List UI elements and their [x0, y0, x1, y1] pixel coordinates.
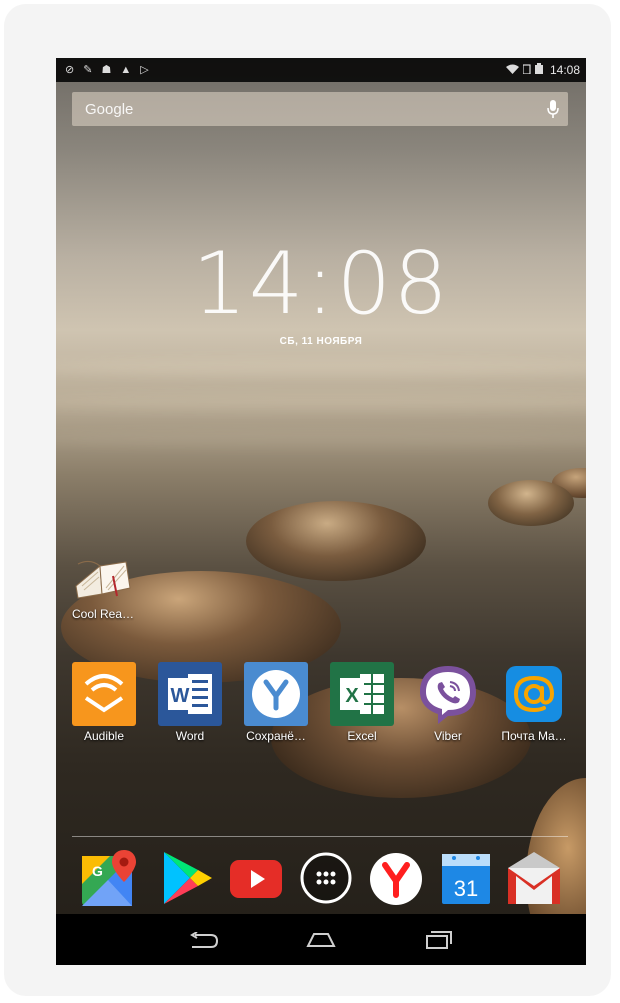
excel-icon: X — [330, 662, 394, 726]
wallpaper-stone — [246, 501, 426, 581]
clock-date: СБ, 11 НОЯБРЯ — [279, 336, 363, 347]
calendar-day: 31 — [454, 876, 478, 901]
app-word[interactable]: W Word — [150, 662, 230, 743]
cool-reader-shortcut[interactable]: Cool Rea… — [72, 556, 152, 621]
youtube-icon[interactable] — [226, 848, 286, 908]
recents-icon[interactable] — [418, 925, 458, 955]
play-icon: ▷ — [140, 63, 149, 76]
app-label: Word — [175, 729, 205, 743]
clock-widget[interactable]: 14:08 — [56, 234, 586, 334]
mail-ru-icon — [502, 662, 566, 726]
yandex-collections-icon — [244, 662, 308, 726]
wallpaper-stone — [488, 480, 574, 526]
app-label: Сохранё… — [246, 729, 306, 743]
svg-text:G: G — [92, 863, 103, 879]
wrench-icon: ✎ — [83, 63, 93, 76]
google-search-bar[interactable]: Google — [72, 92, 568, 126]
status-time: 14:08 — [549, 63, 580, 77]
app-label: Почта Ma… — [501, 729, 567, 743]
app-label: Excel — [347, 729, 377, 743]
google-play-icon[interactable] — [156, 848, 216, 908]
wallpaper-streak — [56, 358, 586, 376]
svg-text:X: X — [345, 685, 359, 707]
desktop-icon-label: Cool Rea… — [72, 607, 135, 621]
app-audible[interactable]: Audible — [64, 662, 144, 743]
home-icon[interactable] — [301, 925, 341, 955]
gmail-icon[interactable] — [504, 848, 564, 908]
warning-icon: ▲ — [120, 63, 132, 76]
book-icon — [75, 560, 131, 599]
yandex-browser-icon[interactable] — [366, 848, 426, 908]
app-yandex-collections[interactable]: Сохранё… — [236, 662, 316, 743]
signal-icon — [522, 63, 531, 77]
android-icon: ☗ — [101, 63, 112, 76]
search-label: Google — [85, 100, 134, 118]
app-row: Audible W Word Сохранё… X Excel Viber По… — [72, 662, 584, 746]
home-screen: ⊘ ✎ ☗ ▲ ▷ 14:08 Google 14:08 СБ, 11 НОЯБ… — [56, 58, 586, 965]
battery-icon — [534, 63, 543, 77]
app-label: Viber — [434, 729, 462, 743]
wifi-icon — [505, 63, 519, 77]
app-label: Audible — [83, 729, 125, 743]
app-viber[interactable]: Viber — [408, 662, 488, 743]
audible-icon — [72, 662, 136, 726]
microphone-icon[interactable] — [538, 94, 568, 124]
google-maps-icon[interactable]: G — [80, 848, 140, 908]
dock-divider — [72, 836, 568, 837]
wallpaper-streak — [56, 393, 586, 411]
svg-text:W: W — [171, 685, 190, 707]
vpn-icon: ⊘ — [65, 63, 75, 76]
navigation-bar — [56, 914, 586, 965]
word-icon: W — [158, 662, 222, 726]
status-bar[interactable]: ⊘ ✎ ☗ ▲ ▷ 14:08 — [56, 58, 586, 82]
app-excel[interactable]: X Excel — [322, 662, 402, 743]
viber-icon — [416, 662, 480, 726]
back-icon[interactable] — [184, 925, 224, 955]
dock: G 31 — [72, 848, 584, 912]
wallpaper-streak — [56, 430, 586, 448]
app-drawer-icon[interactable] — [296, 848, 356, 908]
calendar-icon[interactable]: 31 — [436, 848, 496, 908]
app-mail-ru[interactable]: Почта Ma… — [494, 662, 574, 743]
